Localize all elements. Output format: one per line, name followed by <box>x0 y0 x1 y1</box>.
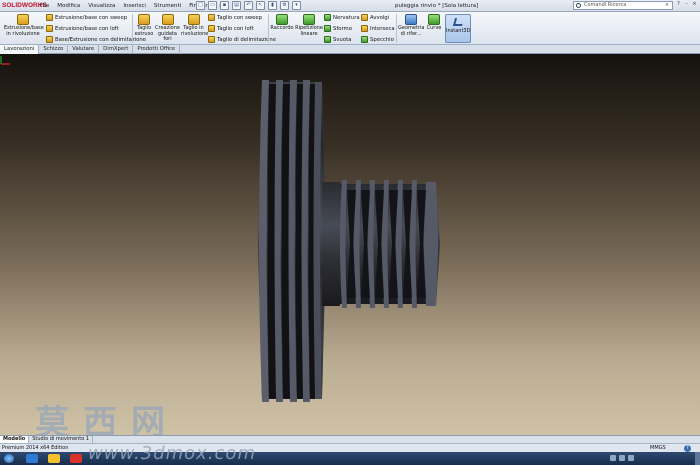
sweep-icon <box>46 14 53 21</box>
ribbon-separator <box>132 14 133 43</box>
search-icon <box>576 3 581 8</box>
mirror-icon <box>361 36 368 43</box>
reference-geometry-button[interactable]: Geometria di rifer... <box>398 14 424 37</box>
quick-access-toolbar: □ ▭ ▪ ▤ ↶ ↖ ▮ ⚙ ▾ <box>196 1 301 10</box>
linear-pattern-button[interactable]: Ripetizione lineare <box>295 14 323 37</box>
mirror-button[interactable]: Specchio <box>361 36 394 43</box>
ribbon-separator <box>268 14 269 43</box>
system-tray <box>610 455 634 461</box>
instant3d-button[interactable]: Instant3D <box>445 14 471 43</box>
help-dropdown-icon[interactable]: ? <box>675 1 682 10</box>
pulley-model[interactable] <box>0 54 700 435</box>
close-icon[interactable]: × <box>691 1 698 10</box>
rib-button[interactable]: Nervatura <box>324 14 360 21</box>
rebuild-icon[interactable]: ▮ <box>268 1 277 10</box>
watermark-url: www.3dmox.com <box>88 443 256 464</box>
loft-icon <box>46 25 53 32</box>
hub-shaft <box>322 182 340 306</box>
shell-icon <box>324 36 331 43</box>
window-controls: ? – × <box>675 1 698 10</box>
wrap-icon <box>361 14 368 21</box>
tray-network-icon[interactable] <box>610 455 616 461</box>
hole-wizard-icon <box>161 14 174 25</box>
tab-lavorazioni[interactable]: Lavorazioni <box>0 45 40 54</box>
wrap-button[interactable]: Avvolgi <box>361 14 389 21</box>
menu-inserisci[interactable]: Inserisci <box>119 3 150 9</box>
tray-volume-icon[interactable] <box>619 455 625 461</box>
cut-extrude-icon <box>138 14 150 25</box>
title-bar: SOLIDWORKS File Modifica Visualizza Inse… <box>0 0 700 12</box>
cut-boundary-icon <box>208 36 215 43</box>
draft-icon <box>324 25 331 32</box>
open-icon[interactable]: ▭ <box>208 1 217 10</box>
ribbon-separator <box>396 14 397 43</box>
revolve-icon <box>17 14 29 25</box>
model-tabs: Modello Studio di movimento 1 <box>0 435 700 444</box>
settings-icon[interactable]: ▾ <box>292 1 301 10</box>
triad-icon <box>0 56 10 65</box>
undo-icon[interactable]: ↶ <box>244 1 253 10</box>
loft-boss-button[interactable]: Estrusione/base con loft <box>46 25 119 32</box>
rib-icon <box>324 14 331 21</box>
fillet-button[interactable]: Raccordo <box>270 14 294 32</box>
revolve-boss-button[interactable]: Estrusione/base in rivoluzione <box>4 14 44 37</box>
new-doc-icon[interactable]: □ <box>196 1 205 10</box>
intersect-icon <box>361 25 368 32</box>
minimize-icon[interactable]: – <box>683 1 690 10</box>
reference-geometry-icon <box>405 14 417 25</box>
menu-visualizza[interactable]: Visualizza <box>84 3 119 9</box>
document-title: puleggia rinvio * [Sola lettura] <box>395 3 479 9</box>
tab-prodotti-office[interactable]: Prodotti Office <box>133 45 181 54</box>
command-manager: Estrusione/base in rivoluzione Estrusion… <box>0 12 700 45</box>
search-placeholder: Comandi Ricerca <box>584 2 627 8</box>
taskbar-ie-icon[interactable] <box>26 454 38 463</box>
cut-loft-button[interactable]: Taglio con loft <box>208 25 254 32</box>
menu-strumenti[interactable]: Strumenti <box>150 3 185 9</box>
start-button-icon[interactable] <box>4 454 14 463</box>
draft-button[interactable]: Sformo <box>324 25 352 32</box>
taskbar-solidworks-icon[interactable] <box>70 454 82 463</box>
cut-loft-icon <box>208 25 215 32</box>
taskbar-explorer-icon[interactable] <box>48 454 60 463</box>
instant3d-icon <box>452 18 465 26</box>
hole-wizard-button[interactable]: Creazione guidata fori <box>155 14 180 43</box>
tab-valutare[interactable]: Valutare <box>68 45 100 54</box>
menu-modifica[interactable]: Modifica <box>53 3 84 9</box>
cut-extrude-button[interactable]: Taglio estruso <box>134 14 154 37</box>
print-icon[interactable]: ▤ <box>232 1 241 10</box>
cut-boundary-button[interactable]: Taglio di delimitazione <box>208 36 276 43</box>
help-icon[interactable]: ? <box>684 445 691 452</box>
show-desktop-button[interactable] <box>695 452 700 465</box>
shell-button[interactable]: Svuota <box>324 36 351 43</box>
select-icon[interactable]: ↖ <box>256 1 265 10</box>
options-icon[interactable]: ⚙ <box>280 1 289 10</box>
cut-revolve-icon <box>187 14 200 25</box>
cut-sweep-icon <box>208 14 215 21</box>
cut-sweep-button[interactable]: Taglio con sweep <box>208 14 262 21</box>
graphics-area[interactable] <box>0 54 700 435</box>
menu-file[interactable]: File <box>36 3 53 9</box>
boundary-boss-button[interactable]: Base/Estrusione con delimitazione <box>46 36 146 43</box>
fillet-icon <box>276 14 288 25</box>
tray-flag-icon[interactable] <box>628 455 634 461</box>
search-input[interactable]: Comandi Ricerca <box>573 1 673 10</box>
sweep-boss-button[interactable]: Estrusione/base con sweep <box>46 14 127 21</box>
boundary-icon <box>46 36 53 43</box>
search-dropdown-icon[interactable]: ⌕ <box>662 1 672 10</box>
curves-icon <box>428 14 440 25</box>
save-icon[interactable]: ▪ <box>220 1 229 10</box>
cut-revolve-button[interactable]: Taglio in rivoluzione <box>181 14 208 37</box>
linear-pattern-icon <box>303 14 315 25</box>
curves-button[interactable]: Curve <box>425 14 443 32</box>
tab-schizzo[interactable]: Schizzo <box>39 45 69 54</box>
intersect-button[interactable]: Interseca <box>361 25 395 32</box>
tab-dimxpert[interactable]: DimXpert <box>99 45 134 54</box>
command-tabs: Lavorazioni Schizzo Valutare DimXpert Pr… <box>0 45 700 54</box>
